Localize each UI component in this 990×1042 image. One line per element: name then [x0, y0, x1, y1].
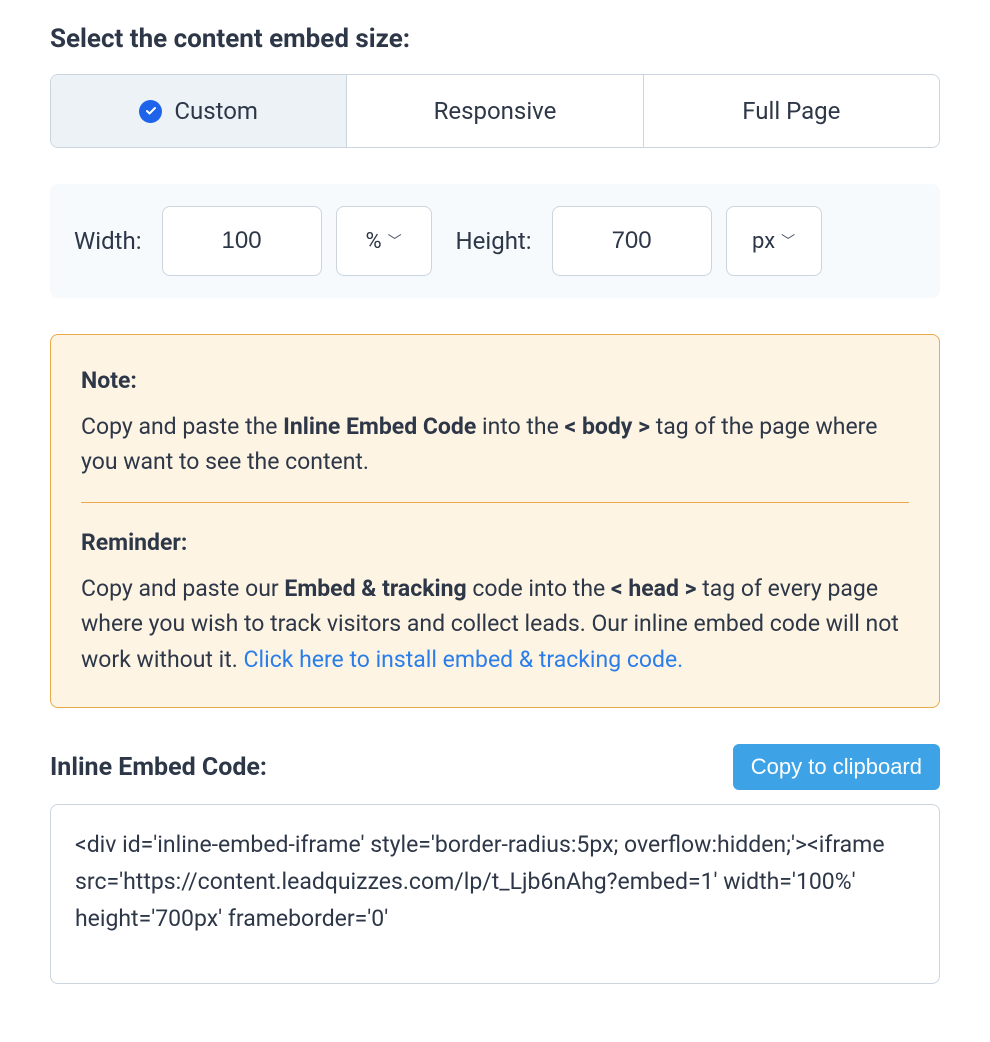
embed-code-box[interactable]: <div id='inline-embed-iframe' style='bor… [50, 804, 940, 984]
bold-text: < body > [565, 413, 650, 440]
bold-text: Inline Embed Code [283, 413, 476, 440]
section-heading: Select the content embed size: [50, 24, 940, 54]
size-panel: Width: % ﹀ Height: px ﹀ [50, 184, 940, 298]
width-unit-value: % [365, 229, 381, 254]
height-unit-value: px [752, 229, 775, 254]
tab-label: Custom [174, 97, 258, 125]
tab-full-page[interactable]: Full Page [644, 75, 939, 147]
note-box: Note: Copy and paste the Inline Embed Co… [50, 334, 940, 708]
divider [81, 502, 909, 503]
install-tracking-link[interactable]: Click here to install embed & tracking c… [244, 646, 684, 673]
height-unit-select[interactable]: px ﹀ [726, 206, 822, 276]
tab-label: Responsive [434, 97, 557, 125]
height-input[interactable] [552, 206, 712, 276]
embed-size-tabs: Custom Responsive Full Page [50, 74, 940, 148]
tab-custom[interactable]: Custom [51, 75, 347, 147]
text: code into the [467, 575, 611, 602]
check-circle-icon [139, 100, 162, 123]
tab-label: Full Page [742, 97, 840, 125]
text: into the [476, 413, 564, 440]
width-input[interactable] [162, 206, 322, 276]
width-label: Width: [74, 227, 142, 255]
chevron-down-icon: ﹀ [388, 231, 402, 251]
chevron-down-icon: ﹀ [781, 231, 795, 251]
text: Copy and paste the [81, 413, 283, 440]
tab-responsive[interactable]: Responsive [347, 75, 643, 147]
height-label: Height: [456, 227, 532, 255]
embed-code-title: Inline Embed Code: [50, 753, 267, 782]
note-title: Note: [81, 363, 909, 399]
copy-to-clipboard-button[interactable]: Copy to clipboard [733, 744, 940, 790]
note-text: Copy and paste the Inline Embed Code int… [81, 409, 909, 480]
bold-text: Embed & tracking [284, 575, 466, 602]
embed-header: Inline Embed Code: Copy to clipboard [50, 744, 940, 790]
text: Copy and paste our [81, 575, 284, 602]
reminder-title: Reminder: [81, 525, 909, 561]
width-unit-select[interactable]: % ﹀ [336, 206, 432, 276]
reminder-text: Copy and paste our Embed & tracking code… [81, 571, 909, 678]
bold-text: < head > [611, 575, 697, 602]
